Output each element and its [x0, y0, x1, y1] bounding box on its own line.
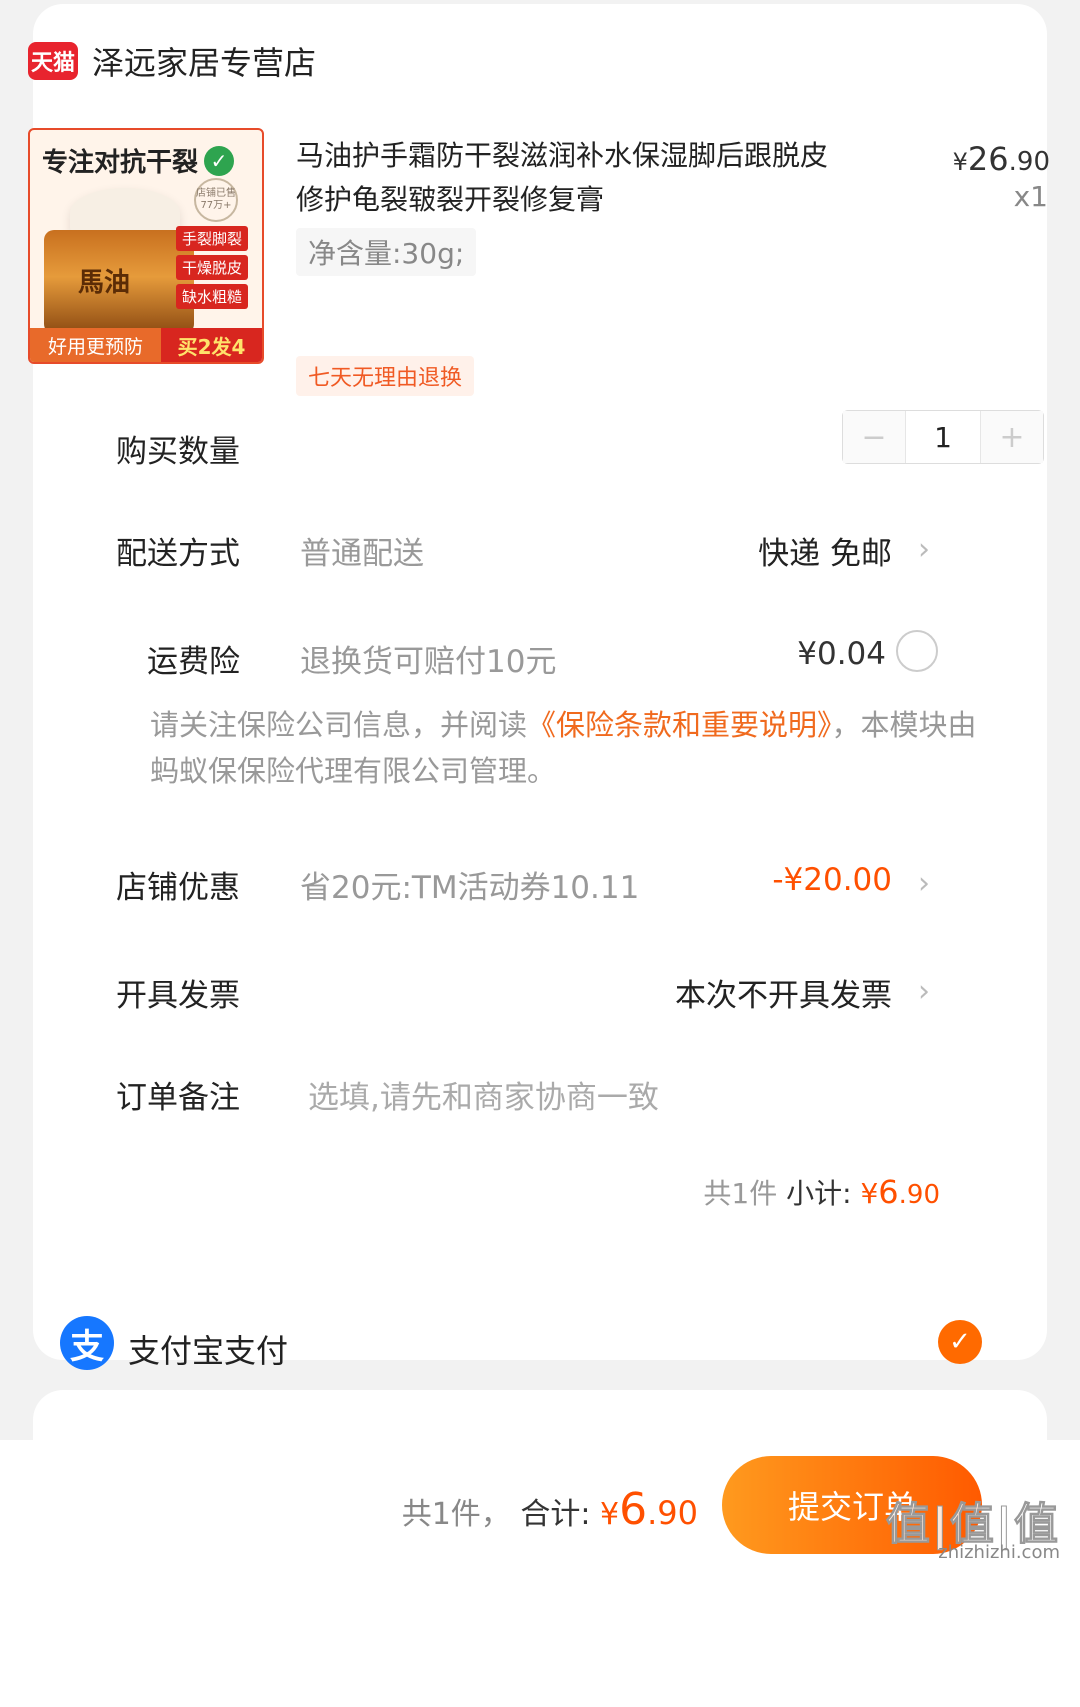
order-remark-row[interactable]: 订单备注 选填,请先和商家协商一致	[0, 1062, 1080, 1122]
product-image-banner: 好用更预防 买2发4	[30, 328, 262, 362]
subtotal-amount: ¥6.90	[860, 1173, 940, 1211]
increment-button[interactable]: +	[981, 411, 1043, 463]
watermark-url: zhizhizhi.com	[938, 1542, 1060, 1563]
invoice-label: 开具发票	[116, 978, 240, 1014]
store-header[interactable]: 天猫 泽远家居专营店	[28, 38, 316, 84]
insurance-terms-link[interactable]: 《保险条款和重要说明》	[527, 708, 832, 742]
product-image-headline-text: 专注对抗干裂	[42, 148, 199, 178]
chevron-right-icon: ›	[918, 974, 930, 1009]
discount-label: 店铺优惠	[116, 870, 240, 906]
tmall-logo-icon: 天猫	[28, 42, 78, 80]
store-name: 泽远家居专营店	[92, 44, 317, 82]
discount-amount: -¥20.00	[772, 862, 892, 898]
product-variant[interactable]: 净含量:30g;	[296, 228, 477, 276]
invoice-row[interactable]: 开具发票 本次不开具发票 ›	[0, 960, 1080, 1020]
product-image-tag: 缺水粗糙	[176, 284, 249, 309]
total-int: 6	[619, 1484, 648, 1535]
decrement-button[interactable]: −	[843, 411, 905, 463]
delivery-method: 普通配送	[300, 536, 424, 572]
total-dec: .90	[647, 1494, 698, 1532]
product-image-tags: 手裂脚裂 干燥脱皮 缺水粗糙	[176, 226, 249, 309]
product-image-tag: 干燥脱皮	[176, 255, 249, 280]
total-symbol: ¥	[600, 1497, 620, 1532]
product-quantity: x1	[1013, 180, 1048, 213]
alipay-icon: 支	[60, 1316, 114, 1370]
product-title[interactable]: 马油护手霜防干裂滋润补水保湿脚后跟脱皮修护龟裂皲裂开裂修复膏	[296, 134, 836, 222]
subtotal: 共1件 小计: ¥6.90	[703, 1172, 940, 1212]
price-dec: .90	[1008, 147, 1050, 177]
insurance-note: 请关注保险公司信息，并阅读《保险条款和重要说明》，本模块由蚂蚁保保险代理有限公司…	[150, 702, 980, 794]
subtotal-dec: .90	[898, 1180, 940, 1210]
jar-label: 馬油	[78, 268, 131, 298]
insurance-note-prefix: 请关注保险公司信息，并阅读	[150, 708, 528, 742]
check-icon: ✓	[204, 145, 235, 176]
total-amount: ¥6.90	[600, 1484, 698, 1535]
chevron-right-icon: ›	[918, 532, 930, 567]
subtotal-int: 6	[878, 1173, 899, 1211]
sales-seal: 店铺已售77万+	[194, 178, 238, 222]
return-policy-badge: 七天无理由退换	[296, 356, 475, 396]
product-image-promo: 买2发4	[161, 328, 262, 362]
store-discount-row[interactable]: 店铺优惠 省20元:TM活动券10.11 -¥20.00 ›	[0, 852, 1080, 912]
remark-input[interactable]: 选填,请先和商家协商一致	[308, 1072, 659, 1117]
remark-label: 订单备注	[116, 1080, 240, 1116]
delivery-option: 快递 免邮	[758, 536, 892, 572]
discount-desc: 省20元:TM活动券10.11	[300, 870, 640, 906]
price-symbol: ¥	[952, 148, 968, 176]
insurance-label: 运费险	[147, 644, 240, 680]
product-image-tag: 手裂脚裂	[176, 226, 249, 251]
quantity-label: 购买数量	[116, 434, 240, 470]
total-count: 共1件，	[401, 1497, 511, 1532]
subtotal-label: 小计:	[786, 1177, 852, 1210]
price-int: 26	[967, 140, 1009, 178]
total-label: 合计:	[520, 1497, 591, 1532]
insurance-desc: 退换货可赔付10元	[300, 644, 557, 680]
payment-method-label: 支付宝支付	[128, 1332, 289, 1370]
delivery-label: 配送方式	[116, 536, 240, 572]
insurance-radio[interactable]	[896, 630, 938, 672]
invoice-value: 本次不开具发票	[675, 978, 892, 1014]
delivery-row[interactable]: 配送方式 普通配送 快递 免邮 ›	[0, 518, 1080, 578]
chevron-right-icon: ›	[918, 866, 930, 901]
subtotal-symbol: ¥	[860, 1177, 879, 1210]
quantity-input[interactable]: 1	[905, 411, 981, 463]
product-image-headline: 专注对抗干裂 ✓	[42, 142, 235, 179]
product-image[interactable]: 专注对抗干裂 ✓ 馬油 店铺已售77万+ 手裂脚裂 干燥脱皮 缺水粗糙 好用更预…	[28, 128, 264, 364]
product-image-slogan: 好用更预防	[30, 328, 162, 362]
product-price: ¥26.90	[953, 140, 1050, 178]
check-icon[interactable]: ✓	[938, 1320, 982, 1364]
insurance-price: ¥0.04	[797, 636, 886, 672]
quantity-stepper[interactable]: − 1 +	[842, 410, 1044, 464]
order-total: 共1件， 合计: ¥6.90	[402, 1484, 698, 1535]
subtotal-count: 共1件	[703, 1177, 778, 1210]
